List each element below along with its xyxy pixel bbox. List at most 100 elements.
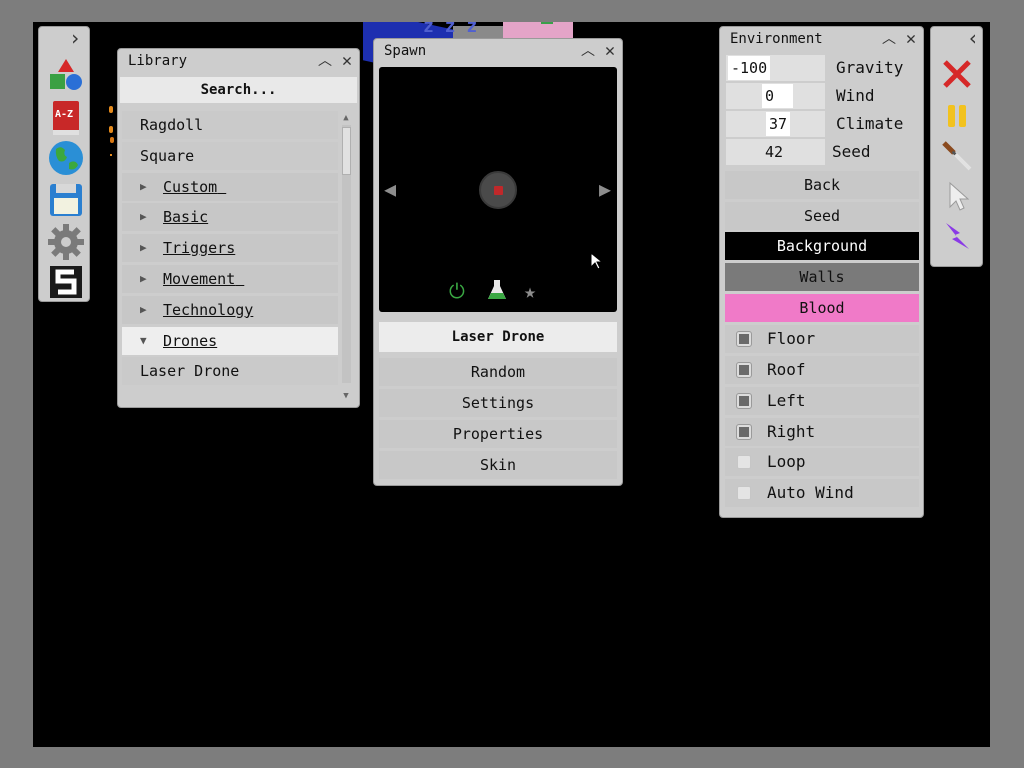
seed-value: 42 bbox=[765, 143, 784, 161]
list-item-ragdoll[interactable]: Ragdoll bbox=[122, 111, 338, 139]
globe-icon[interactable] bbox=[47, 139, 85, 177]
roof-label: Roof bbox=[767, 360, 806, 379]
walls-color-button[interactable]: Walls bbox=[725, 263, 919, 291]
gravity-row: -100 Gravity bbox=[726, 55, 918, 82]
right-label: Right bbox=[767, 422, 816, 441]
folder-triggers[interactable]: ▶ Triggers bbox=[122, 234, 338, 263]
auto-wind-toggle[interactable]: Auto Wind bbox=[725, 479, 919, 507]
particle bbox=[109, 126, 113, 133]
seed-label: Seed bbox=[832, 142, 871, 161]
spawn-titlebar[interactable]: Spawn ︿ ✕ bbox=[374, 39, 622, 63]
minimize-icon[interactable]: ︿ bbox=[879, 27, 899, 51]
list-item-square[interactable]: Square bbox=[122, 141, 338, 170]
script-s-icon[interactable] bbox=[47, 263, 85, 301]
flask-icon[interactable] bbox=[487, 279, 507, 306]
previous-arrow-icon[interactable]: ◀ bbox=[384, 177, 396, 201]
loop-toggle[interactable]: Loop bbox=[725, 448, 919, 476]
wind-input[interactable]: 0 bbox=[726, 83, 825, 109]
list-item-laser-drone[interactable]: Laser Drone bbox=[122, 357, 338, 386]
folder-technology[interactable]: ▶ Technology bbox=[122, 295, 338, 324]
folder-custom[interactable]: ▶ Custom bbox=[122, 172, 338, 201]
left-toolbar: › A-Z bbox=[38, 26, 90, 302]
collapse-arrow-icon[interactable]: ‹ bbox=[967, 26, 979, 50]
wind-row: 0 Wind bbox=[726, 83, 918, 110]
folder-label: Triggers bbox=[163, 239, 236, 258]
pause-icon[interactable] bbox=[938, 97, 976, 135]
expand-arrow-icon: ▶ bbox=[140, 210, 147, 224]
spawn-preview[interactable]: ◀ ▶ ⏻ ★ bbox=[379, 67, 617, 312]
scroll-up-icon[interactable]: ▲ bbox=[339, 111, 353, 125]
wind-value: 0 bbox=[762, 84, 793, 108]
expand-arrow-icon: ▶ bbox=[140, 302, 147, 316]
close-icon[interactable]: ✕ bbox=[600, 39, 620, 63]
right-checkbox[interactable] bbox=[736, 424, 752, 440]
next-arrow-icon[interactable]: ▶ bbox=[599, 177, 611, 201]
list-item-label: Laser Drone bbox=[140, 362, 240, 381]
climate-input[interactable]: 37 bbox=[726, 111, 825, 137]
background-color-button[interactable]: Background bbox=[725, 232, 919, 260]
gear-icon[interactable] bbox=[47, 223, 85, 261]
library-titlebar[interactable]: Library ︿ ✕ bbox=[118, 49, 359, 73]
skin-button[interactable]: Skin bbox=[379, 451, 617, 479]
wind-label: Wind bbox=[836, 86, 875, 105]
save-disk-icon[interactable] bbox=[47, 181, 85, 219]
blood-color-button[interactable]: Blood bbox=[725, 294, 919, 322]
collapse-arrow-icon: ▼ bbox=[140, 333, 147, 347]
loop-checkbox[interactable] bbox=[737, 455, 751, 469]
expand-arrow-icon: ▶ bbox=[140, 241, 147, 255]
minimize-icon[interactable]: ︿ bbox=[315, 49, 335, 73]
debris-green bbox=[541, 22, 553, 24]
close-icon[interactable]: ✕ bbox=[337, 49, 357, 73]
drone-core bbox=[494, 186, 503, 195]
climate-row: 37 Climate bbox=[726, 111, 918, 138]
list-item-label: Ragdoll bbox=[140, 116, 204, 134]
particle bbox=[109, 106, 113, 113]
library-list: Ragdoll Square ▶ Custom ▶ Basic ▶ Triggers … bbox=[122, 111, 338, 388]
floor-label: Floor bbox=[767, 329, 816, 348]
laser-drone-preview bbox=[479, 171, 517, 209]
scroll-down-icon[interactable]: ▼ bbox=[339, 389, 353, 403]
roof-checkbox[interactable] bbox=[736, 362, 752, 378]
power-icon[interactable]: ⏻ bbox=[449, 279, 465, 303]
right-toggle[interactable]: Right bbox=[725, 418, 919, 446]
environment-titlebar[interactable]: Environment ︿ ✕ bbox=[720, 27, 923, 51]
close-icon[interactable]: ✕ bbox=[901, 27, 921, 51]
auto-wind-label: Auto Wind bbox=[767, 483, 854, 502]
lightning-icon[interactable] bbox=[938, 217, 976, 255]
catalog-book-icon[interactable]: A-Z bbox=[47, 99, 85, 137]
spawn-panel: Spawn ︿ ✕ ◀ ▶ ⏻ ★ Laser Drone Random Set… bbox=[373, 38, 623, 486]
settings-button[interactable]: Settings bbox=[379, 389, 617, 417]
knife-icon[interactable] bbox=[938, 137, 976, 175]
seed-input[interactable]: 42 bbox=[726, 139, 825, 165]
library-scrollbar[interactable]: ▲ ▼ bbox=[339, 111, 353, 401]
folder-drones[interactable]: ▼ Drones bbox=[122, 326, 338, 355]
left-checkbox[interactable] bbox=[736, 393, 752, 409]
debris-sleep-z: z z z bbox=[423, 22, 478, 37]
floor-toggle[interactable]: Floor bbox=[725, 325, 919, 353]
collapse-arrow-icon[interactable]: › bbox=[69, 26, 81, 50]
spawn-title: Spawn bbox=[384, 43, 427, 59]
library-search-input[interactable]: Search... bbox=[120, 77, 357, 103]
back-button[interactable]: Back bbox=[725, 171, 919, 199]
gravity-input[interactable]: -100 bbox=[726, 55, 825, 81]
folder-movement[interactable]: ▶ Movement bbox=[122, 264, 338, 293]
floor-checkbox[interactable] bbox=[736, 331, 752, 347]
left-label: Left bbox=[767, 391, 806, 410]
cursor-icon[interactable] bbox=[938, 177, 976, 215]
folder-label: Technology bbox=[163, 300, 254, 319]
roof-toggle[interactable]: Roof bbox=[725, 356, 919, 384]
auto-wind-checkbox[interactable] bbox=[737, 486, 751, 500]
star-icon[interactable]: ★ bbox=[524, 279, 536, 303]
spawn-selected-name: Laser Drone bbox=[379, 322, 617, 352]
scroll-thumb[interactable] bbox=[342, 127, 351, 175]
library-panel: Library ︿ ✕ Search... Ragdoll Square ▶ Cu… bbox=[117, 48, 360, 408]
minimize-icon[interactable]: ︿ bbox=[578, 39, 598, 63]
left-toggle[interactable]: Left bbox=[725, 387, 919, 415]
folder-basic[interactable]: ▶ Basic bbox=[122, 203, 338, 232]
shapes-icon[interactable] bbox=[47, 57, 85, 95]
mouse-cursor-icon bbox=[590, 251, 604, 274]
seed-button[interactable]: Seed bbox=[725, 202, 919, 230]
close-x-icon[interactable] bbox=[938, 55, 976, 93]
random-button[interactable]: Random bbox=[379, 358, 617, 386]
properties-button[interactable]: Properties bbox=[379, 420, 617, 448]
